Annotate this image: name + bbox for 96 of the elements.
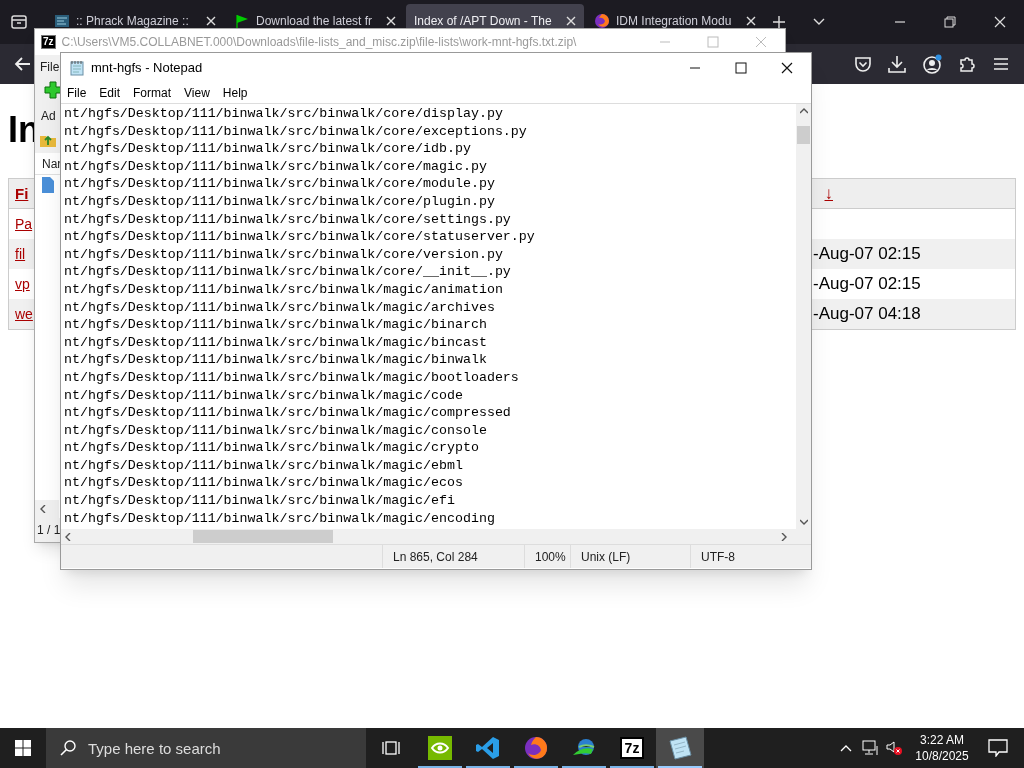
search-field[interactable]: Type here to search <box>46 728 366 768</box>
sort-arrow[interactable]: ↓ <box>824 180 833 207</box>
text-line: nt/hgfs/Desktop/111/binwalk/src/binwalk/core/version.py <box>64 245 504 264</box>
muted-speaker-icon[interactable] <box>886 740 902 756</box>
scroll-thumb[interactable] <box>193 530 333 543</box>
restore-icon[interactable] <box>944 16 956 28</box>
text-line: nt/hgfs/Desktop/111/binwalk/src/binwalk/core/settings.py <box>64 210 512 229</box>
browser-tab[interactable]: Download the latest fr <box>226 4 404 28</box>
text-line: nt/hgfs/Desktop/111/binwalk/src/binwalk/magic/ecos <box>64 474 464 493</box>
window-title: C:\Users\VM5.COLLABNET.000\Downloads\file-lists_and_misc.zip\file-lists\work-mnt-hgfs.txt.zip\ <box>61 34 577 51</box>
clock[interactable]: 3:22 AM 10/8/2025 <box>910 732 974 764</box>
status-text: Ln 865, Col 284 <box>382 545 524 568</box>
text-line: nt/hgfs/Desktop/111/binwalk/src/binwalk/magic/efi <box>64 492 456 510</box>
pocket-icon[interactable] <box>854 55 872 73</box>
fox-icon <box>594 13 610 29</box>
text-line: nt/hgfs/Desktop/111/binwalk/src/binwalk/magic/bootloaders <box>64 368 520 387</box>
vertical-scrollbar[interactable] <box>796 104 811 529</box>
search-icon <box>60 740 76 756</box>
browser-tab[interactable]: Index of /APT Down - The <box>406 4 584 28</box>
back-arrow-icon[interactable] <box>14 55 32 73</box>
nvidia-icon <box>427 735 453 761</box>
text-line: nt/hgfs/Desktop/111/binwalk/src/binwalk/magic/compressed <box>64 404 512 422</box>
browser-tab[interactable]: :: Phrack Magazine :: <box>46 4 224 28</box>
text-line: nt/hgfs/Desktop/111/binwalk/src/binwalk/magic/encoding <box>64 509 496 528</box>
text-line: nt/hgfs/Desktop/111/binwalk/src/binwalk/core/statuserver.py <box>64 228 536 246</box>
file-link[interactable]: we <box>15 305 33 323</box>
maximize-icon[interactable] <box>735 62 747 74</box>
text-line: nt/hgfs/Desktop/111/binwalk/src/binwalk/core/idb.py <box>64 140 472 158</box>
text-line: nt/hgfs/Desktop/111/binwalk/src/binwalk/magic/archives <box>64 298 496 317</box>
column-header[interactable]: Fi <box>15 184 29 203</box>
menu-item[interactable]: Help <box>222 84 248 102</box>
table-cell-text: -Aug-07 02:15 <box>813 243 922 266</box>
menu-item[interactable]: Format <box>133 84 172 102</box>
notepad-icon <box>69 60 85 76</box>
scroll-left-icon[interactable] <box>65 532 71 541</box>
flag-icon <box>234 13 250 29</box>
download-icon[interactable] <box>888 55 906 73</box>
chevron-up-icon[interactable] <box>840 744 852 752</box>
scroll-right-icon[interactable] <box>781 532 787 541</box>
file-link[interactable]: Pa <box>15 215 33 233</box>
text-line: nt/hgfs/Desktop/111/binwalk/src/binwalk/magic/crypto <box>64 439 480 457</box>
menu-icon[interactable] <box>992 55 1010 73</box>
taskbar-app[interactable]: 7z <box>608 728 656 768</box>
menu-item[interactable]: File <box>40 58 60 76</box>
notepad-icon <box>667 735 693 761</box>
tab-list-icon[interactable] <box>10 13 28 31</box>
app-logo: 7z <box>41 35 56 49</box>
menu-item[interactable]: View <box>184 84 210 102</box>
network-icon[interactable] <box>862 740 880 756</box>
text-line: nt/hgfs/Desktop/111/binwalk/src/binwalk/core/plugin.py <box>64 192 496 211</box>
account-icon[interactable] <box>922 54 942 74</box>
window-title: mnt-hgfs - Notepad <box>91 59 203 78</box>
text-line: nt/hgfs/Desktop/111/binwalk/src/binwalk/magic/ebml <box>64 456 464 475</box>
column-header[interactable]: Nar <box>42 154 62 173</box>
scroll-down-icon[interactable] <box>799 519 808 525</box>
windows-logo-icon[interactable] <box>15 740 31 756</box>
puzzle-icon[interactable] <box>958 55 976 73</box>
status-text: 1 / 1 <box>37 522 61 539</box>
fox-icon <box>523 735 549 761</box>
horizontal-scrollbar[interactable] <box>35 500 59 518</box>
text-line: nt/hgfs/Desktop/111/binwalk/src/binwalk/core/magic.py <box>64 157 488 176</box>
code-editor-icon <box>475 735 501 761</box>
scroll-up-icon[interactable] <box>799 108 808 114</box>
table-cell-text: -Aug-07 04:18 <box>813 303 922 326</box>
text-line: nt/hgfs/Desktop/111/binwalk/src/binwalk/magic/code <box>64 386 464 405</box>
text-line: nt/hgfs/Desktop/111/binwalk/src/binwalk/core/__init__.py <box>64 263 512 281</box>
file-link[interactable]: fil <box>15 245 26 263</box>
status-text: Unix (LF) <box>570 545 690 568</box>
text-line: nt/hgfs/Desktop/111/binwalk/src/binwalk/magic/binwalk <box>64 351 488 369</box>
menu-item[interactable]: File <box>67 84 87 102</box>
new-tab-icon[interactable] <box>772 15 786 29</box>
document-icon[interactable] <box>42 177 54 193</box>
close-icon[interactable] <box>781 62 793 74</box>
text-line: nt/hgfs/Desktop/111/binwalk/src/binwalk/magic/console <box>64 421 488 440</box>
toolbar-button[interactable]: Ad <box>41 107 56 125</box>
notification-icon[interactable] <box>988 739 1008 757</box>
scroll-left-icon[interactable] <box>39 505 47 513</box>
text-line: nt/hgfs/Desktop/111/binwalk/src/binwalk/core/display.py <box>64 105 504 123</box>
menu-item[interactable]: Edit <box>99 84 121 102</box>
text-line: nt/hgfs/Desktop/111/binwalk/src/binwalk/magic/animation <box>64 280 504 299</box>
text-line: nt/hgfs/Desktop/111/binwalk/src/binwalk/magic/binarch <box>64 316 488 334</box>
file-link[interactable]: vp <box>15 275 30 293</box>
taskbar-app[interactable] <box>656 728 704 768</box>
status-text: 100% <box>524 545 570 568</box>
text-line: nt/hgfs/Desktop/111/binwalk/src/binwalk/core/module.py <box>64 175 496 193</box>
text-line: nt/hgfs/Desktop/111/binwalk/src/binwalk/magic/bincast <box>64 333 488 352</box>
table-cell-text: -Aug-07 02:15 <box>813 273 922 296</box>
scroll-thumb[interactable] <box>797 126 810 144</box>
horizontal-scrollbar[interactable] <box>61 529 811 544</box>
task-view-icon[interactable] <box>382 739 400 757</box>
status-text: UTF-8 <box>690 545 790 568</box>
app-logo: 7z <box>619 737 645 759</box>
plus-icon[interactable] <box>44 81 62 99</box>
site-icon <box>54 13 70 29</box>
browser-tab[interactable]: IDM Integration Modu <box>586 4 764 28</box>
text-line: nt/hgfs/Desktop/111/binwalk/src/binwalk/core/exceptions.py <box>64 122 528 141</box>
